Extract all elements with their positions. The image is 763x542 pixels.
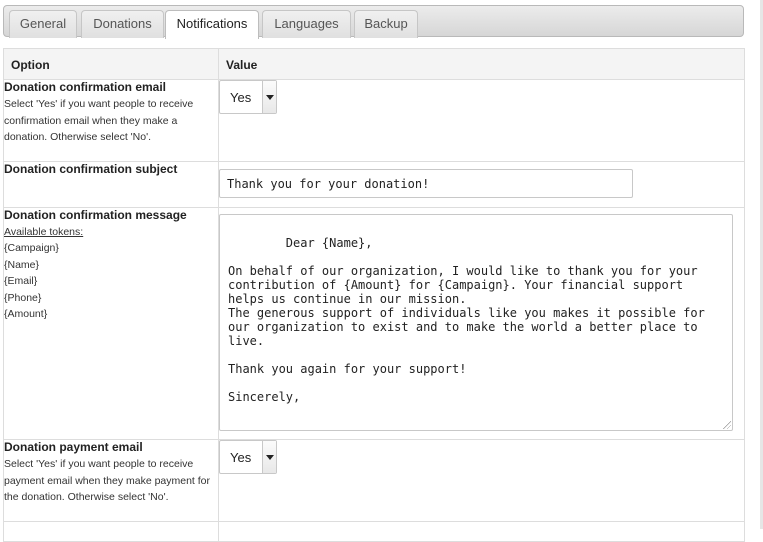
option-cell: Donation confirmation message Available … xyxy=(3,207,219,440)
option-title: Donation confirmation subject xyxy=(4,162,178,176)
tab-backup[interactable]: Backup xyxy=(354,10,418,38)
option-cell: Donation payment email Select 'Yes' if y… xyxy=(3,439,219,522)
tokens-label: Available tokens: xyxy=(4,226,84,238)
table-header-row: Option Value xyxy=(3,48,745,80)
token-campaign: {Campaign} xyxy=(4,242,59,254)
chevron-down-icon xyxy=(262,441,276,473)
option-title: Donation payment email xyxy=(4,440,143,454)
tab-donations[interactable]: Donations xyxy=(81,10,164,38)
settings-tab-bar: General Donations Notifications Language… xyxy=(3,5,744,39)
token-amount: {Amount} xyxy=(4,308,48,320)
chevron-down-icon xyxy=(262,81,276,113)
tab-notifications[interactable]: Notifications xyxy=(165,10,259,39)
option-title: Donation confirmation message xyxy=(4,208,187,222)
confirmation-email-select[interactable]: Yes xyxy=(219,80,277,114)
value-cell: Dear {Name}, On behalf of our organizati… xyxy=(218,207,745,440)
payment-email-select[interactable]: Yes xyxy=(219,440,277,474)
token-phone: {Phone} xyxy=(4,291,42,304)
token-email: {Email} xyxy=(4,275,38,287)
table-row xyxy=(3,521,745,542)
tab-languages[interactable]: Languages xyxy=(262,10,351,38)
header-option: Option xyxy=(3,48,219,80)
value-cell xyxy=(218,521,745,542)
table-row: Donation confirmation message Available … xyxy=(3,207,745,440)
textarea-content: Dear {Name}, On behalf of our organizati… xyxy=(228,236,705,404)
notifications-settings-table: Option Value Donation confirmation email… xyxy=(3,48,745,542)
value-cell: Thank you for your donation! xyxy=(218,161,745,208)
option-description: Select 'Yes' if you want people to recei… xyxy=(4,98,194,143)
select-value: Yes xyxy=(230,450,252,465)
option-cell: Donation confirmation subject xyxy=(3,161,219,208)
option-title: Donation confirmation email xyxy=(4,80,167,94)
value-cell: Yes xyxy=(218,79,745,162)
option-description: Select 'Yes' if you want people to recei… xyxy=(4,458,211,503)
resize-handle-icon[interactable] xyxy=(723,421,731,429)
option-cell: Donation confirmation email Select 'Yes'… xyxy=(3,79,219,162)
table-row: Donation confirmation email Select 'Yes'… xyxy=(3,79,745,162)
select-value: Yes xyxy=(230,90,252,105)
confirmation-message-textarea[interactable]: Dear {Name}, On behalf of our organizati… xyxy=(219,214,733,431)
confirmation-subject-input[interactable]: Thank you for your donation! xyxy=(219,169,633,198)
value-cell: Yes xyxy=(218,439,745,522)
option-cell xyxy=(3,521,219,542)
table-row: Donation payment email Select 'Yes' if y… xyxy=(3,439,745,522)
tab-general[interactable]: General xyxy=(9,10,77,38)
token-name: {Name} xyxy=(4,258,40,271)
header-value: Value xyxy=(218,48,745,80)
table-row: Donation confirmation subject Thank you … xyxy=(3,161,745,208)
